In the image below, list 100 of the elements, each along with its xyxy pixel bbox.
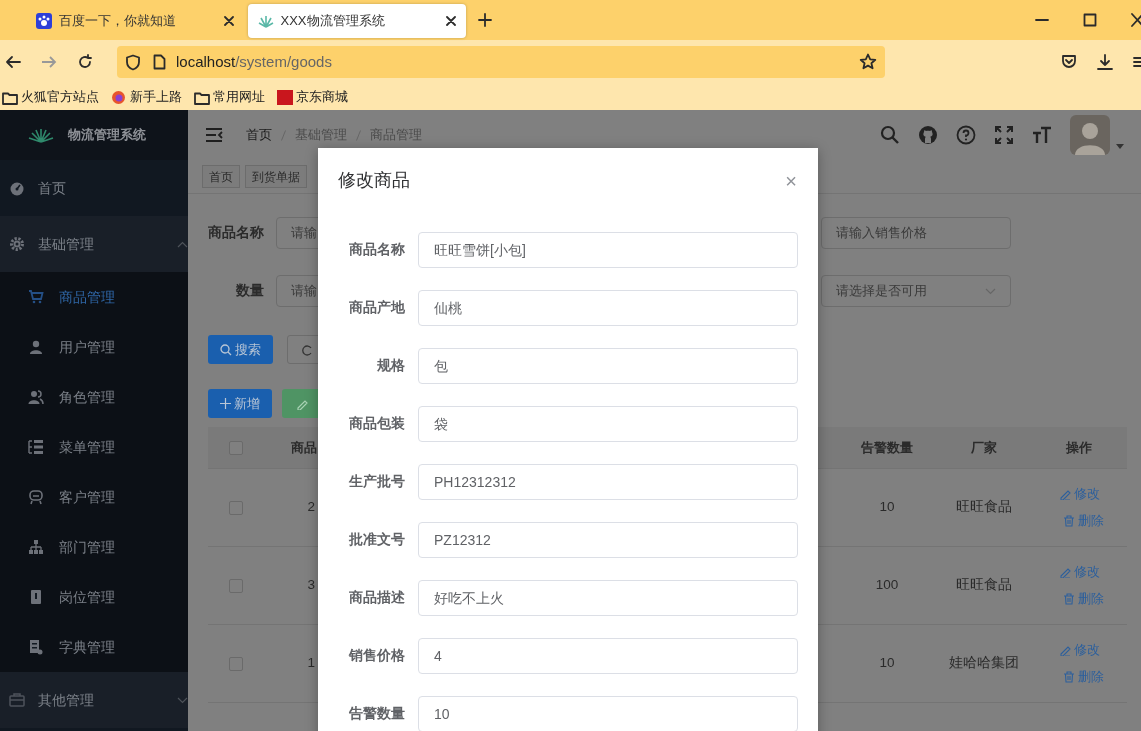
gear-icon <box>9 236 25 252</box>
sidebar-submenu-item[interactable]: 商品管理 <box>0 272 188 322</box>
dialog-title: 修改商品 <box>338 169 410 192</box>
trash-icon <box>1063 670 1075 683</box>
app-title: 物流管理系统 <box>68 126 146 145</box>
close-button[interactable]: × <box>785 170 797 191</box>
select-field[interactable]: 请选择是否可用 <box>821 275 1011 307</box>
column-header: 厂家 <box>970 438 997 457</box>
chevron-up-icon <box>177 240 188 248</box>
github-icon[interactable] <box>918 125 938 145</box>
field-label: 商品包装 <box>348 414 405 433</box>
briefcase-icon <box>9 692 25 708</box>
address-bar[interactable]: localhost/system/goods <box>117 46 885 78</box>
new-tab-icon[interactable] <box>478 13 492 27</box>
help-icon[interactable] <box>956 125 976 145</box>
bookmark[interactable]: 京东商城 <box>276 87 348 107</box>
column-header: 商品 <box>291 438 317 457</box>
column-header: 告警数量 <box>861 438 913 457</box>
field-label: 数量 <box>236 282 264 298</box>
browser-tab[interactable]: XXX物流管理系统 <box>248 4 466 38</box>
input-field[interactable]: PH12312312 <box>418 464 798 500</box>
caret-icon[interactable] <box>1116 144 1124 149</box>
paw-icon <box>36 13 52 29</box>
close-icon[interactable] <box>1131 13 1141 27</box>
input-field[interactable]: 袋 <box>418 406 798 442</box>
org-chart-icon <box>28 539 44 555</box>
field-label: 告警数量 <box>348 704 405 723</box>
bookmark[interactable]: 常用网址 <box>193 87 265 107</box>
pocket-icon[interactable] <box>1061 54 1077 70</box>
add-button[interactable]: 新增 <box>208 389 273 418</box>
breadcrumb-item[interactable]: 首页 <box>246 125 272 145</box>
reload-icon[interactable] <box>77 54 93 70</box>
column-header: 操作 <box>1065 438 1092 457</box>
sidebar-submenu-item[interactable]: 部门管理 <box>0 522 188 572</box>
input-field[interactable]: 仙桃 <box>418 290 798 326</box>
plus-icon <box>220 398 231 409</box>
input-field[interactable]: 包 <box>418 348 798 384</box>
sidebar-submenu-item[interactable]: 角色管理 <box>0 372 188 422</box>
field-label: 商品名称 <box>348 240 405 259</box>
sidebar-menu-item[interactable]: 基础管理 <box>0 216 188 272</box>
page-icon <box>153 54 166 70</box>
input-field[interactable]: 旺旺雪饼[小包] <box>418 232 798 268</box>
list-icon <box>28 439 44 455</box>
page-tag[interactable]: 首页 <box>202 165 240 188</box>
field-label: 销售价格 <box>347 646 405 665</box>
sidebar-submenu-item[interactable]: 字典管理 <box>0 622 188 672</box>
input-field[interactable]: PZ12312 <box>418 522 798 558</box>
input-field[interactable]: 4 <box>418 638 798 674</box>
bookmark[interactable]: 新手上路 <box>111 87 182 107</box>
menu-icon[interactable] <box>1133 55 1141 69</box>
sidebar-submenu-item[interactable]: 岗位管理 <box>0 572 188 622</box>
sidebar-menu-item[interactable]: 其他管理 <box>0 672 188 728</box>
search-icon[interactable] <box>880 125 900 145</box>
fullscreen-icon[interactable] <box>994 125 1014 145</box>
id-card-icon <box>28 589 44 605</box>
input-field[interactable]: 好吃不上火 <box>418 580 798 616</box>
refresh-icon <box>302 343 313 356</box>
pencil-icon <box>1059 566 1071 579</box>
globe-icon <box>111 89 127 105</box>
sidebar-submenu-item[interactable]: 客户管理 <box>0 472 188 522</box>
menu-fold-icon[interactable] <box>205 128 223 142</box>
chevron-down-icon <box>985 287 996 295</box>
plant-logo-icon <box>28 127 54 143</box>
table-cell-text: 10 <box>879 654 895 673</box>
input-field[interactable]: 10 <box>418 696 798 731</box>
bookmark-star-icon[interactable] <box>859 53 877 71</box>
person-icon <box>28 339 44 355</box>
field-label: 批准文号 <box>348 530 405 549</box>
plant-icon <box>258 13 274 29</box>
field-label: 商品描述 <box>348 588 405 607</box>
table-cell-text: 旺旺食品 <box>955 498 1012 517</box>
dashboard-icon <box>9 180 25 196</box>
trash-icon <box>1063 514 1075 527</box>
close-icon[interactable] <box>224 16 234 26</box>
search-button[interactable]: 搜索 <box>208 335 274 364</box>
download-icon[interactable] <box>1097 53 1113 71</box>
breadcrumb-separator-icon <box>281 129 286 141</box>
sidebar-submenu-item[interactable]: 用户管理 <box>0 322 188 372</box>
chevron-down-icon <box>177 696 188 704</box>
cart-icon <box>28 289 44 305</box>
browser-tab[interactable]: 百度一下，你就知道 <box>26 4 244 38</box>
people-icon <box>28 389 44 405</box>
sidebar-submenu-item[interactable]: 菜单管理 <box>0 422 188 472</box>
table-cell-text: 娃哈哈集团 <box>948 654 1019 673</box>
table-cell-text: 旺旺食品 <box>955 576 1012 595</box>
pencil-icon <box>1059 488 1071 501</box>
shield-icon <box>125 53 141 71</box>
table-cell-text: 3 <box>307 576 315 595</box>
table-cell-text: 2 <box>307 498 315 517</box>
maximize-icon[interactable] <box>1083 13 1097 27</box>
close-icon[interactable] <box>446 16 456 26</box>
search-field[interactable]: 请输入销售价格 <box>821 217 1011 249</box>
page-tag[interactable]: 到货单据 <box>245 165 307 188</box>
sidebar-menu-item[interactable]: 首页 <box>0 160 188 216</box>
breadcrumb-separator-icon <box>356 129 361 141</box>
search-icon <box>220 343 232 356</box>
back-arrow-icon[interactable] <box>5 54 21 70</box>
bookmark[interactable]: 火狐官方站点 <box>2 87 100 107</box>
field-label: 商品产地 <box>348 298 405 317</box>
font-size-icon[interactable] <box>1032 125 1052 145</box>
